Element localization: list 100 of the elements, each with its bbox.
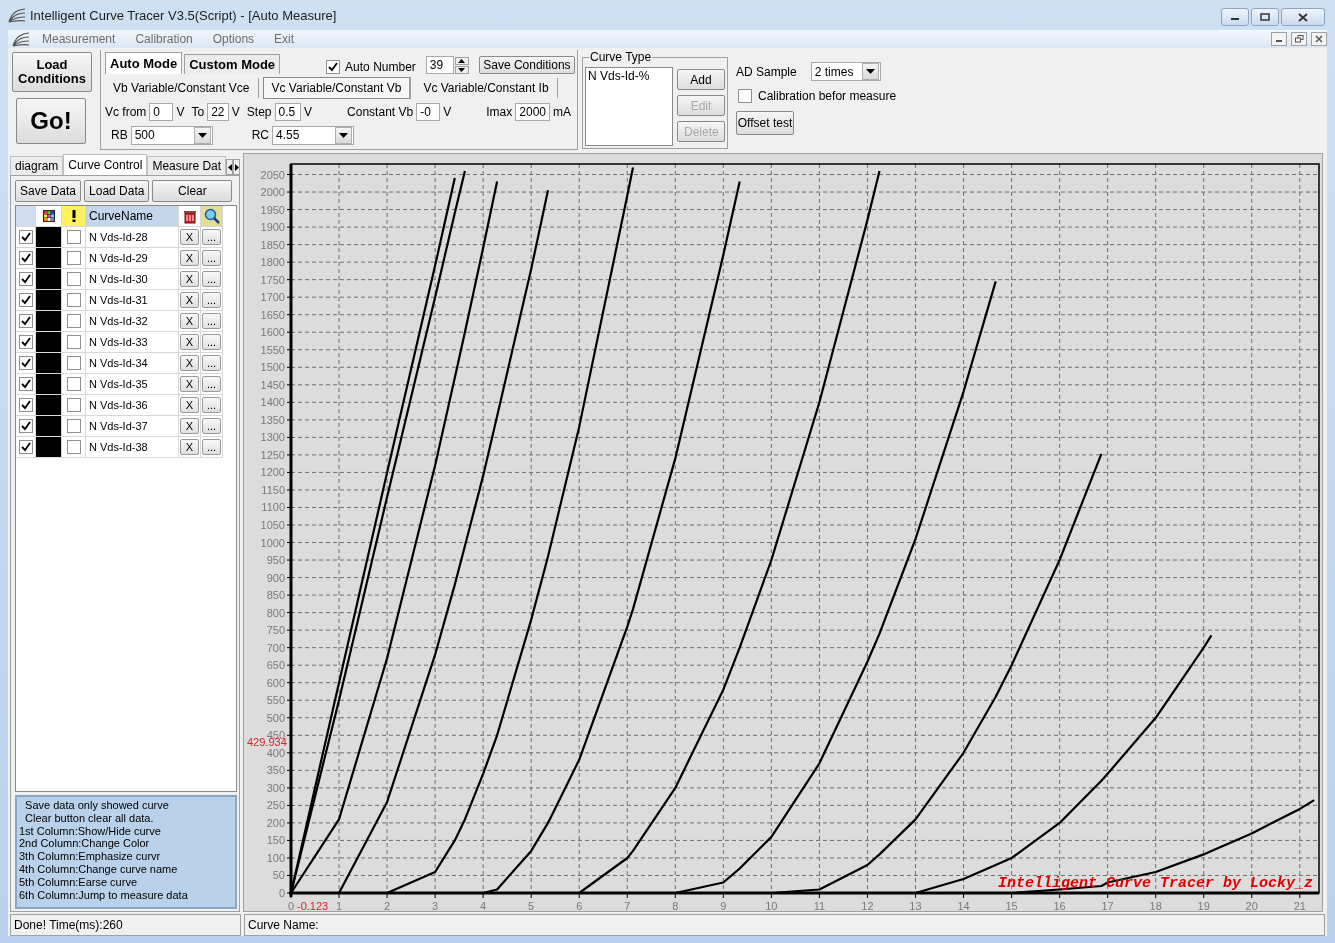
- axis-tick-label: 1900: [260, 221, 285, 234]
- axis-tick-label: 500: [266, 711, 285, 724]
- axis-tick-label: 300: [266, 781, 285, 794]
- axis-tick-label: 5: [528, 900, 535, 911]
- axis-tick-label: 700: [266, 641, 285, 654]
- group-title: Curve Type: [589, 50, 653, 64]
- help-text: 3th Column:Emphasize curvr: [19, 850, 162, 863]
- axis-tick-label: 800: [266, 606, 285, 619]
- help-text: 6th Column:Jump to measure data: [19, 888, 189, 902]
- table-cell: N Vds-Id-37: [86, 416, 179, 437]
- field-label: Vc from: [105, 105, 147, 119]
- axis-tick-label: 1700: [260, 291, 285, 304]
- checkbox-label: Auto Number: [345, 60, 416, 74]
- axis-tick-label: 12: [861, 900, 874, 911]
- unit-label: V: [176, 105, 185, 119]
- axis-tick-label: 15: [1005, 900, 1018, 911]
- axis-tick-label: 1550: [260, 343, 285, 356]
- status-text: Done! Time(ms):260: [10, 914, 241, 936]
- axis-tick-label: 1050: [260, 519, 285, 531]
- axis-tick-label: 100: [266, 851, 285, 864]
- axis-tick-label: 1600: [260, 326, 285, 339]
- help-text: 2nd Column:Change Color: [19, 837, 151, 851]
- axis-tick-label: 0: [278, 887, 285, 899]
- field-label: RB: [111, 128, 128, 142]
- field-label: Imax: [486, 105, 513, 119]
- axis-tick-label: 0: [287, 900, 295, 911]
- axis-tick-label: 6: [576, 900, 583, 911]
- axis-tick-label: 1400: [260, 396, 285, 409]
- axis-tick-label: 21: [1293, 900, 1306, 911]
- axis-tick-label: 1500: [260, 361, 285, 374]
- axis-tick-label: 19: [1197, 900, 1210, 911]
- column-header: CurveName: [86, 206, 179, 227]
- help-text: 1st Column:Show/Hide curve: [19, 824, 162, 838]
- axis-tick-label: 1250: [260, 448, 285, 461]
- axis-tick-label: 50: [272, 869, 285, 882]
- help-text: Clear button clear all data.: [24, 811, 155, 825]
- table-cell: N Vds-Id-33: [86, 332, 179, 353]
- table-cell: N Vds-Id-38: [86, 437, 179, 458]
- axis-tick-label: 200: [266, 816, 285, 829]
- axis-tick-label: 950: [266, 554, 285, 567]
- axis-tick-label: 2: [384, 900, 391, 911]
- axis-tick-label: 20: [1245, 900, 1258, 911]
- status-text: Curve Name:: [244, 914, 1325, 936]
- field-label: RC: [251, 128, 269, 142]
- credit-text: Intelligent Curve Tracer by Locky_z: [997, 875, 1313, 892]
- axis-tick-label: 600: [266, 676, 285, 689]
- axis-tick-label: 1800: [260, 256, 285, 269]
- help-text: 4th Column:Change curve name: [19, 863, 179, 876]
- axis-tick-label: 650: [266, 659, 285, 672]
- axis-tick-label: 250: [266, 799, 285, 812]
- table-cell: N Vds-Id-34: [86, 353, 179, 374]
- axis-tick-label: 16: [1053, 900, 1066, 911]
- axis-tick-label: 750: [266, 624, 285, 637]
- axis-tick-label: 1200: [260, 466, 285, 479]
- axis-tick-label: 13: [909, 900, 922, 911]
- help-text: 5th Column:Earse curve: [19, 875, 138, 889]
- axis-tick-label: 1850: [260, 238, 285, 251]
- axis-tick-label: 850: [266, 589, 285, 602]
- axis-tick-label: 2050: [260, 168, 285, 181]
- axis-tick-label: 7: [624, 900, 631, 911]
- axis-tick-label: 1750: [260, 273, 285, 286]
- axis-tick-label: 8: [672, 900, 679, 911]
- unit-label: V: [231, 105, 240, 119]
- unit-label: V: [443, 105, 452, 119]
- axis-tick-label: 1300: [260, 431, 285, 444]
- field-label: To: [191, 105, 205, 119]
- help-text: Save data only showed curve: [24, 799, 170, 812]
- axis-tick-label: 1100: [261, 501, 285, 514]
- axis-tick-label: 14: [957, 900, 970, 911]
- field-label: Constant Vb: [347, 105, 414, 119]
- axis-tick-label: 1: [335, 900, 343, 911]
- unit-label: mA: [553, 105, 571, 119]
- axis-tick-label: 400: [266, 746, 285, 759]
- field-label: Step: [246, 105, 272, 119]
- axis-tick-label: 350: [266, 764, 285, 777]
- axis-tick-label: 1650: [260, 308, 285, 321]
- axis-tick-label: 4: [480, 900, 487, 911]
- table-cell: N Vds-Id-30: [86, 269, 179, 290]
- axis-tick-label: 10: [765, 900, 778, 911]
- readout-value: -0.123: [297, 900, 329, 911]
- checkbox-label: Calibration befor measure: [758, 89, 897, 103]
- table-cell: N Vds-Id-36: [86, 395, 179, 416]
- axis-tick-label: 550: [266, 694, 285, 707]
- field-label: AD Sample: [736, 64, 797, 79]
- table-cell: N Vds-Id-35: [86, 374, 179, 395]
- axis-tick-label: 1450: [260, 378, 285, 391]
- axis-tick-label: 1350: [260, 413, 285, 426]
- axis-tick-label: 1150: [261, 483, 285, 496]
- table-cell: N Vds-Id-28: [86, 227, 179, 248]
- axis-tick-label: 18: [1149, 900, 1162, 911]
- table-cell: N Vds-Id-29: [86, 248, 179, 269]
- window-title: Intelligent Curve Tracer V3.5(Script) - [Auto Measure]: [30, 7, 337, 23]
- axis-tick-label: 3: [432, 900, 439, 911]
- axis-tick-label: 2000: [260, 186, 285, 199]
- table-cell: N Vds-Id-32: [86, 311, 179, 332]
- axis-tick-label: 9: [720, 900, 727, 911]
- axis-tick-label: 1000: [260, 536, 285, 549]
- axis-tick-label: 150: [266, 834, 285, 847]
- unit-label: V: [304, 105, 313, 119]
- axis-tick-label: 900: [266, 571, 285, 584]
